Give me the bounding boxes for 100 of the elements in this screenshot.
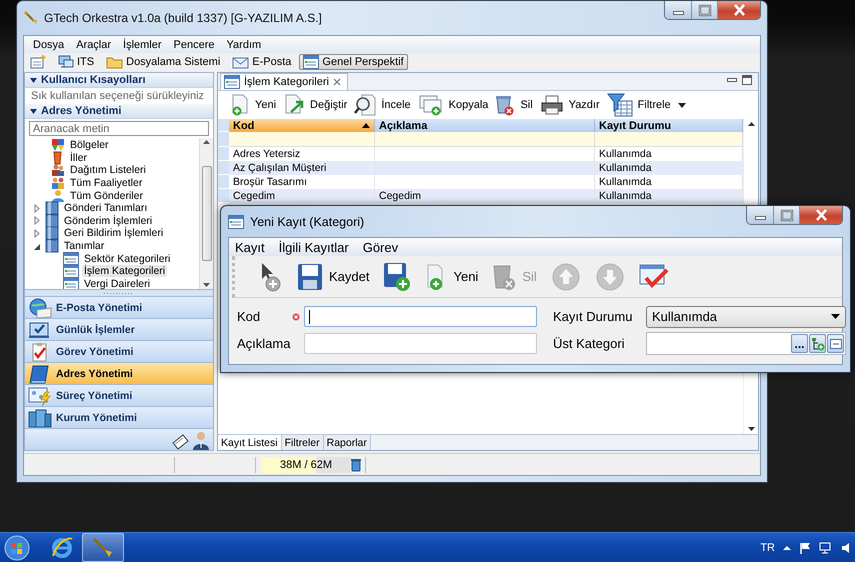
tree-item[interactable]: İller	[68, 152, 89, 164]
toolbar-button[interactable]: Yeni	[425, 262, 478, 292]
tree-item[interactable]: Tüm Gönderiler	[68, 190, 145, 202]
menu-item[interactable]: Görev	[362, 240, 398, 254]
row-header[interactable]	[218, 132, 229, 147]
close-button[interactable]	[799, 206, 842, 224]
menu-item[interactable]: Araçlar	[70, 38, 118, 50]
tree-item[interactable]: Gönderi Tanımları	[62, 202, 150, 214]
toolbar-button[interactable]: Değiştir	[283, 94, 348, 116]
row-header[interactable]	[218, 147, 229, 161]
bottom-tab[interactable]: Kayıt Listesi	[218, 435, 282, 450]
scroll-down-icon	[203, 283, 210, 287]
people-icon	[51, 163, 65, 178]
form-button[interactable]	[827, 334, 844, 353]
perspective-button[interactable]: Genel Perspektif	[299, 54, 408, 70]
bottom-tab[interactable]: Filtreler	[282, 435, 324, 450]
browse-button[interactable]: ...	[791, 334, 808, 353]
menu-item[interactable]: Dosya	[27, 38, 70, 50]
section-header[interactable]: Adres Yönetimi	[25, 104, 213, 119]
tree-item[interactable]: Sektör Kategorileri	[82, 252, 172, 265]
status-dropdown[interactable]: Kullanımda	[646, 306, 846, 328]
toolbar-button[interactable]	[383, 262, 412, 292]
language-indicator[interactable]: TR	[760, 542, 775, 554]
table-cell: Az Çalışılan Müşteri	[229, 161, 375, 175]
floppy-plus-icon	[383, 262, 412, 292]
nav-button[interactable]: Süreç Yönetimi	[25, 384, 213, 406]
menu-item[interactable]: İlgili Kayıtlar	[278, 240, 349, 254]
text-field[interactable]	[304, 333, 537, 354]
table-icon	[303, 54, 320, 68]
tree-item[interactable]: Tüm Faaliyetler	[68, 177, 144, 190]
row-header[interactable]	[218, 175, 229, 189]
toolbar-button[interactable]: İncele	[354, 94, 411, 116]
bottom-tab[interactable]: Raporlar	[324, 435, 371, 450]
section-header[interactable]: Kullanıcı Kısayolları	[25, 73, 213, 88]
row-header[interactable]	[218, 161, 229, 175]
tree-add-button[interactable]	[809, 334, 826, 353]
tree-item[interactable]: Dağıtım Listeleri	[68, 164, 148, 176]
scroll-thumb[interactable]	[202, 166, 212, 261]
toolbar-button[interactable]: Yazdır	[540, 94, 600, 116]
toolbar-button[interactable]	[259, 262, 283, 292]
editor-tab[interactable]: İşlem Kategorileri	[220, 73, 348, 90]
tree-item[interactable]: Gönderim İşlemleri	[62, 214, 154, 227]
tree-item[interactable]: İşlem Kategorileri	[82, 265, 168, 278]
envelope-icon	[232, 54, 250, 68]
nav-button[interactable]: Görev Yönetimi	[25, 340, 213, 362]
search-field[interactable]: Aranacak metin	[29, 121, 209, 136]
toolbar-button[interactable]: Kaydet	[297, 262, 370, 290]
field-label: Kod	[237, 309, 262, 324]
form-icon	[830, 338, 842, 348]
filter-cell[interactable]	[595, 132, 743, 147]
column-header[interactable]: Açıklama	[375, 119, 595, 132]
menu-item[interactable]: Kayıt	[235, 240, 265, 254]
lookup-field[interactable]: ...	[646, 332, 846, 355]
binder-icon	[45, 226, 59, 240]
form-icon	[228, 214, 244, 228]
row-header[interactable]	[218, 189, 229, 203]
perspective-button[interactable]: Dosyalama Sistemi	[102, 54, 224, 70]
toolbar-button[interactable]: Kopyala	[418, 94, 488, 116]
nav-button[interactable]: E-Posta Yönetimi	[25, 296, 213, 318]
minimize-button[interactable]	[665, 1, 691, 19]
menu-item[interactable]: Pencere	[168, 38, 221, 50]
checkbox-screen-icon	[28, 320, 52, 340]
nav-button[interactable]: Kurum Yönetimi	[25, 406, 213, 428]
maximize-button[interactable]	[773, 206, 799, 224]
row-header[interactable]	[218, 119, 229, 132]
start-button[interactable]	[4, 534, 30, 560]
tree-item[interactable]: Bölgeler	[68, 139, 111, 152]
perspective-button[interactable]: ITS	[54, 54, 98, 70]
column-header[interactable]: Kayıt Durumu	[595, 119, 743, 132]
server-icon	[28, 408, 52, 428]
e-logo-icon	[50, 536, 74, 560]
close-button[interactable]	[717, 1, 760, 19]
perspective-button[interactable]: E-Posta	[228, 54, 296, 70]
filter-cell[interactable]	[375, 132, 595, 147]
text-field[interactable]	[304, 306, 537, 327]
column-header[interactable]: Kod	[229, 119, 375, 132]
toolbar-button[interactable]: Yeni	[230, 94, 276, 116]
menu-item[interactable]: Yardım	[220, 38, 268, 50]
toolbar-button[interactable]: Filtrele	[606, 93, 671, 117]
nav-button[interactable]: Adres Yönetimi	[25, 362, 213, 384]
nav-button[interactable]: Günlük İşlemler	[25, 318, 213, 340]
filter-cell[interactable]	[229, 132, 375, 147]
magnifier-icon	[354, 94, 376, 116]
memory-meter[interactable]: 38M / 62M	[261, 456, 351, 472]
color-blocks-icon	[51, 138, 65, 152]
network-icon	[819, 542, 833, 554]
maximize-view-icon	[742, 75, 752, 85]
close-icon	[816, 209, 826, 221]
window-plus-icon	[30, 54, 46, 68]
app-taskbar-button[interactable]	[82, 533, 124, 562]
tree-item[interactable]: Tanımlar	[62, 240, 106, 252]
minimize-button[interactable]	[747, 206, 773, 224]
tree-item[interactable]: Vergi Daireleri	[82, 278, 152, 289]
splitter-grip[interactable]	[25, 290, 213, 296]
minimize-view-icon	[727, 75, 737, 83]
menu-item[interactable]: İşlemler	[117, 38, 168, 50]
tree-item[interactable]: Geri Bildirim İşlemleri	[62, 227, 166, 240]
maximize-button[interactable]	[691, 1, 717, 19]
toolbar-button[interactable]: Sil	[495, 94, 533, 116]
scrollbar[interactable]	[199, 138, 213, 289]
